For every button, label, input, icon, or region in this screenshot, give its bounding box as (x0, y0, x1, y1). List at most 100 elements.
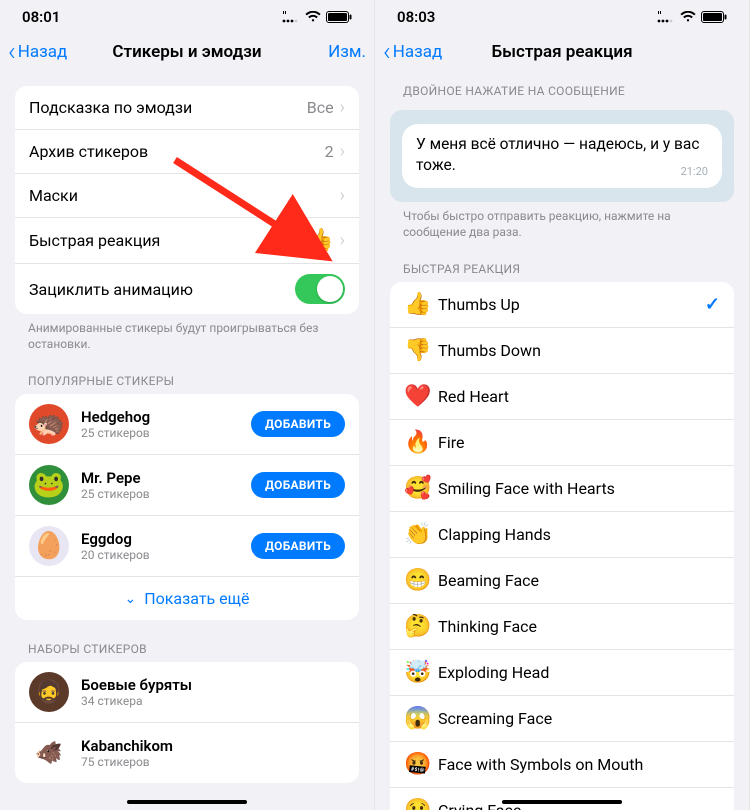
reaction-label: Face with Symbols on Mouth (438, 755, 720, 774)
reaction-row[interactable]: 👍Thumbs Up✓ (390, 282, 734, 328)
reaction-emoji: ❤️ (404, 384, 438, 409)
status-time: 08:03 (397, 8, 435, 26)
pack-name: Kabanchikom (81, 737, 345, 755)
reaction-label: Smiling Face with Hearts (438, 479, 720, 498)
home-indicator[interactable] (502, 800, 622, 804)
edit-button[interactable]: Изм. (328, 42, 366, 62)
show-more-button[interactable]: ⌄ Показать ещё (15, 577, 359, 620)
settings-row-0[interactable]: Подсказка по эмодзиВсе › (15, 86, 359, 130)
reaction-emoji: 😁 (404, 568, 438, 593)
reaction-label: Clapping Hands (438, 525, 720, 544)
chevron-down-icon: ⌄ (125, 591, 137, 607)
sets-group: 🧔Боевые буряты34 стикера🐗Kabanchikom75 с… (15, 662, 359, 783)
settings-label: Зациклить анимацию (29, 280, 295, 299)
reaction-emoji: 🤬 (404, 752, 438, 777)
sticker-pack-row[interactable]: 🐸 Mr. Pepe25 стикеровДОБАВИТЬ (15, 455, 359, 516)
reaction-row[interactable]: 😱Screaming Face (390, 696, 734, 742)
back-label: Назад (393, 42, 443, 62)
chevron-right-icon: › (340, 101, 345, 115)
pack-sub: 34 стикера (81, 694, 345, 708)
home-indicator[interactable] (127, 800, 247, 804)
reaction-emoji: 👎 (404, 338, 438, 363)
reaction-emoji: 🤔 (404, 614, 438, 639)
settings-label: Быстрая реакция (29, 231, 306, 250)
chevron-left-icon: ‹ (8, 43, 16, 61)
reaction-emoji: 👏 (404, 522, 438, 547)
reaction-row[interactable]: 👏Clapping Hands (390, 512, 734, 558)
add-button[interactable]: ДОБАВИТЬ (251, 533, 345, 559)
quick-reaction-header: БЫСТРАЯ РЕАКЦИЯ (375, 240, 749, 282)
settings-detail: 2 (325, 142, 334, 161)
settings-group: Подсказка по эмодзиВсе › Архив стикеров2 › М… (15, 86, 359, 314)
pack-sub: 20 стикеров (81, 548, 251, 562)
settings-label: Подсказка по эмодзи (29, 98, 307, 117)
sticker-set-row[interactable]: 🧔Боевые буряты34 стикера (15, 662, 359, 723)
reaction-emoji: 🤯 (404, 660, 438, 685)
reaction-label: Red Heart (438, 387, 720, 406)
add-button[interactable]: ДОБАВИТЬ (251, 472, 345, 498)
reaction-row[interactable]: 👎Thumbs Down (390, 328, 734, 374)
content: Подсказка по эмодзиВсе › Архив стикеров2 › М… (0, 74, 374, 783)
settings-detail: Все (307, 98, 334, 117)
status-bar: 08:01 (0, 0, 374, 30)
reaction-emoji: 🥰 (404, 476, 438, 501)
settings-footer: Анимированные стикеры будут проигрыватьс… (0, 314, 374, 352)
settings-row-4[interactable]: Зациклить анимацию (15, 264, 359, 314)
back-button[interactable]: ‹ Назад (383, 42, 442, 62)
battery-icon (326, 11, 352, 23)
reaction-emoji: 👍 (404, 292, 438, 317)
pack-icon: 🐸 (29, 465, 69, 505)
sets-header: НАБОРЫ СТИКЕРОВ (0, 620, 374, 662)
pack-name: Mr. Pepe (81, 469, 251, 487)
reaction-row[interactable]: 😁Beaming Face (390, 558, 734, 604)
settings-detail: 👍 (306, 228, 333, 253)
reaction-label: Thumbs Down (438, 341, 720, 360)
check-icon: ✓ (705, 294, 720, 315)
battery-icon (701, 11, 727, 23)
content: ДВОЙНОЕ НАЖАТИЕ НА СООБЩЕНИЕ У меня всё … (375, 74, 749, 810)
chat-preview: У меня всё отлично — надеюсь, и у вас то… (390, 110, 734, 202)
settings-label: Маски (29, 186, 340, 205)
nav-bar: ‹ Назад Быстрая реакция (375, 30, 749, 74)
message-bubble[interactable]: У меня всё отлично — надеюсь, и у вас то… (402, 124, 722, 188)
wifi-icon (680, 11, 696, 23)
signal-icon (282, 11, 300, 23)
chevron-right-icon: › (340, 145, 345, 159)
sticker-pack-row[interactable]: 🥚Eggdog20 стикеровДОБАВИТЬ (15, 516, 359, 577)
pack-sub: 25 стикеров (81, 426, 251, 440)
pack-name: Eggdog (81, 530, 251, 548)
reaction-emoji: 😢 (404, 798, 438, 810)
status-time: 08:01 (22, 8, 60, 26)
reaction-emoji: 🔥 (404, 430, 438, 455)
bubble-text: У меня всё отлично — надеюсь, и у вас то… (416, 135, 699, 174)
settings-row-2[interactable]: Маски› (15, 174, 359, 218)
reaction-row[interactable]: 🔥Fire (390, 420, 734, 466)
settings-row-3[interactable]: Быстрая реакция👍› (15, 218, 359, 264)
reaction-label: Thumbs Up (438, 295, 705, 314)
double-tap-header: ДВОЙНОЕ НАЖАТИЕ НА СООБЩЕНИЕ (375, 74, 749, 104)
reaction-label: Exploding Head (438, 663, 720, 682)
add-button[interactable]: ДОБАВИТЬ (251, 411, 345, 437)
bubble-time: 21:20 (681, 165, 708, 180)
pack-sub: 75 стикеров (81, 755, 345, 769)
reaction-row[interactable]: 🤯Exploding Head (390, 650, 734, 696)
sticker-pack-row[interactable]: 🦔 Hedgehog25 стикеровДОБАВИТЬ (15, 394, 359, 455)
pack-sub: 25 стикеров (81, 487, 251, 501)
reaction-row[interactable]: 🥰Smiling Face with Hearts (390, 466, 734, 512)
reaction-row[interactable]: ❤️Red Heart (390, 374, 734, 420)
pack-name: Боевые буряты (81, 676, 345, 694)
show-more-label: Показать ещё (144, 589, 249, 608)
toggle-switch[interactable] (295, 274, 345, 304)
settings-label: Архив стикеров (29, 142, 325, 161)
status-icons (282, 11, 352, 23)
back-button[interactable]: ‹ Назад (8, 42, 67, 62)
sticker-set-row[interactable]: 🐗Kabanchikom75 стикеров (15, 723, 359, 783)
reaction-row[interactable]: 🤔Thinking Face (390, 604, 734, 650)
settings-row-1[interactable]: Архив стикеров2 › (15, 130, 359, 174)
status-bar: 08:03 (375, 0, 749, 30)
pack-name: Hedgehog (81, 408, 251, 426)
signal-icon (657, 11, 675, 23)
pack-icon: 🦔 (29, 404, 69, 444)
reaction-label: Beaming Face (438, 571, 720, 590)
reaction-row[interactable]: 🤬Face with Symbols on Mouth (390, 742, 734, 788)
